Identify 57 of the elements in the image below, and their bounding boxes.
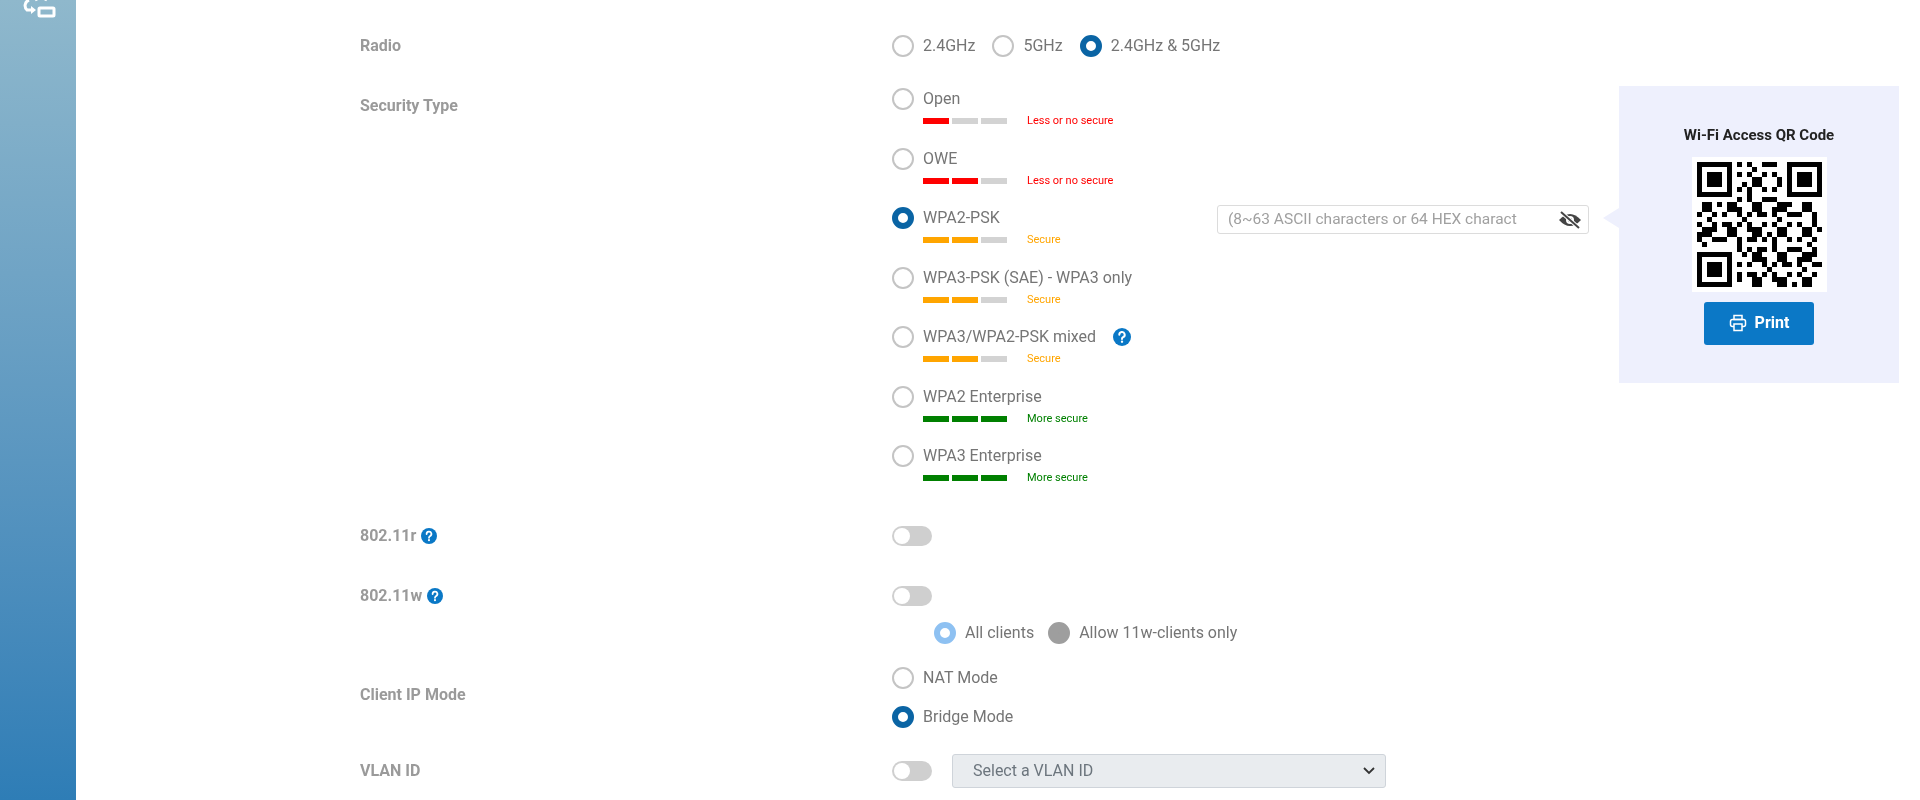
- field-label: Radio: [360, 36, 402, 55]
- option-label: OWE: [923, 147, 958, 170]
- radio-button[interactable]: [1079, 35, 1102, 57]
- field-label: Security Type: [360, 96, 458, 115]
- security-option[interactable]: WPA2 Enterprise: [892, 383, 1217, 410]
- radio-button[interactable]: [892, 666, 914, 689]
- option-label: Allow 11w-clients only: [1079, 621, 1238, 644]
- field-label: 802.11r: [360, 524, 417, 547]
- option-label: Open: [923, 88, 961, 110]
- field-label: VLAN ID: [360, 760, 421, 780]
- eye-slash-icon[interactable]: [1557, 209, 1583, 230]
- strength-text: Secure: [1027, 232, 1061, 248]
- strength-text: Less or no secure: [1027, 172, 1114, 189]
- print-button[interactable]: Print: [1704, 301, 1814, 345]
- security-option[interactable]: OWE: [892, 145, 1217, 172]
- radio-button[interactable]: [892, 445, 914, 467]
- option-label: WPA2-PSK: [923, 207, 1000, 229]
- option-label: NAT Mode: [923, 666, 998, 689]
- help-icon[interactable]: [1113, 328, 1132, 346]
- radio-button[interactable]: [892, 147, 914, 170]
- radio-button[interactable]: [892, 35, 914, 57]
- security-option[interactable]: WPA3-PSK (SAE) - WPA3 only: [892, 264, 1217, 291]
- security-option[interactable]: WPA3 Enterprise: [892, 443, 1217, 469]
- option-label: 5GHz: [1023, 35, 1063, 57]
- panel-title: Wi-Fi Access QR Code: [1683, 125, 1835, 146]
- radio-button[interactable]: [992, 35, 1015, 57]
- password-field[interactable]: (8~63 ASCII characters or 64 HEX charact: [1217, 205, 1589, 234]
- radio-button[interactable]: [892, 266, 914, 289]
- toggle-switch[interactable]: [892, 585, 932, 606]
- security-option[interactable]: WPA3/WPA2-PSK mixed: [892, 324, 1217, 350]
- option-label: WPA3-PSK (SAE) - WPA3 only: [923, 266, 1133, 289]
- radio-button[interactable]: [892, 326, 914, 348]
- strength-text: More secure: [1027, 470, 1088, 486]
- option-label: Bridge Mode: [923, 705, 1014, 728]
- help-icon[interactable]: [421, 527, 438, 544]
- option-label: 2.4GHz: [923, 35, 976, 57]
- help-icon[interactable]: [427, 587, 444, 604]
- strength-text: Less or no secure: [1027, 113, 1114, 129]
- toggle-switch[interactable]: [892, 525, 932, 546]
- option-label: All clients: [965, 621, 1035, 644]
- strength-text: Secure: [1027, 291, 1061, 308]
- radio-button[interactable]: [892, 88, 914, 110]
- option-label: WPA3/WPA2-PSK mixed: [923, 326, 1097, 348]
- option-label: WPA2 Enterprise: [923, 385, 1042, 408]
- strength-text: More secure: [1027, 410, 1088, 427]
- chevron-down-icon: [1363, 766, 1375, 775]
- radio-button[interactable]: [892, 705, 914, 728]
- radio-button[interactable]: [892, 385, 914, 408]
- security-option[interactable]: WPA2-PSK: [892, 205, 1217, 231]
- option-label: WPA3 Enterprise: [923, 445, 1042, 467]
- field-label: 802.11w: [360, 584, 423, 607]
- printer-icon: [1728, 314, 1747, 332]
- security-option[interactable]: Open: [892, 86, 1217, 112]
- field-label: Client IP Mode: [360, 684, 466, 704]
- strength-text: Secure: [1027, 351, 1061, 367]
- radio-button[interactable]: [892, 207, 914, 229]
- option-label: 2.4GHz & 5GHz: [1110, 35, 1221, 57]
